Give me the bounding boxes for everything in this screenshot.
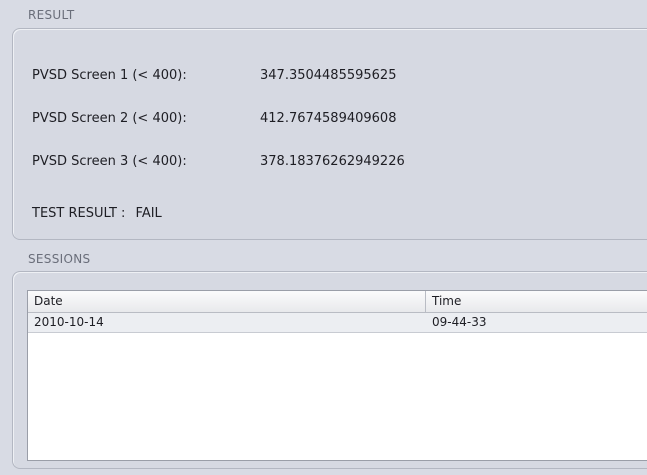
result-section-header: RESULT [28, 8, 75, 22]
test-result-value: FAIL [135, 206, 162, 221]
column-header-time[interactable]: Time [426, 291, 647, 312]
column-header-date[interactable]: Date [28, 291, 426, 312]
pvsd-screen-1-value: 347.3504485595625 [260, 68, 397, 83]
session-time-cell: 09-44-33 [432, 315, 487, 329]
pvsd-screen-1-label: PVSD Screen 1 (< 400): [32, 68, 187, 83]
table-row[interactable]: 2010-10-14 09-44-33 [28, 313, 647, 333]
sessions-table-header: Date Time [28, 291, 647, 313]
pvsd-screen-3-label: PVSD Screen 3 (< 400): [32, 154, 187, 169]
test-result-label: TEST RESULT : [32, 206, 126, 221]
session-date-cell: 2010-10-14 [34, 315, 104, 329]
pvsd-screen-1-row: PVSD Screen 1 (< 400): 347.3504485595625 [32, 68, 396, 83]
pvsd-screen-3-value: 378.18376262949226 [260, 154, 405, 169]
pvsd-screen-2-value: 412.7674589409608 [260, 111, 397, 126]
test-result-row: TEST RESULT : FAIL [32, 206, 162, 221]
pvsd-screen-2-row: PVSD Screen 2 (< 400): 412.7674589409608 [32, 111, 396, 126]
app-window: RESULT PVSD Screen 1 (< 400): 347.3504485… [0, 0, 647, 475]
sessions-section-header: SESSIONS [28, 252, 91, 266]
pvsd-screen-3-row: PVSD Screen 3 (< 400): 378.18376262949226 [32, 154, 405, 169]
pvsd-screen-2-label: PVSD Screen 2 (< 400): [32, 111, 187, 126]
sessions-table[interactable]: Date Time 2010-10-14 09-44-33 [27, 290, 647, 461]
